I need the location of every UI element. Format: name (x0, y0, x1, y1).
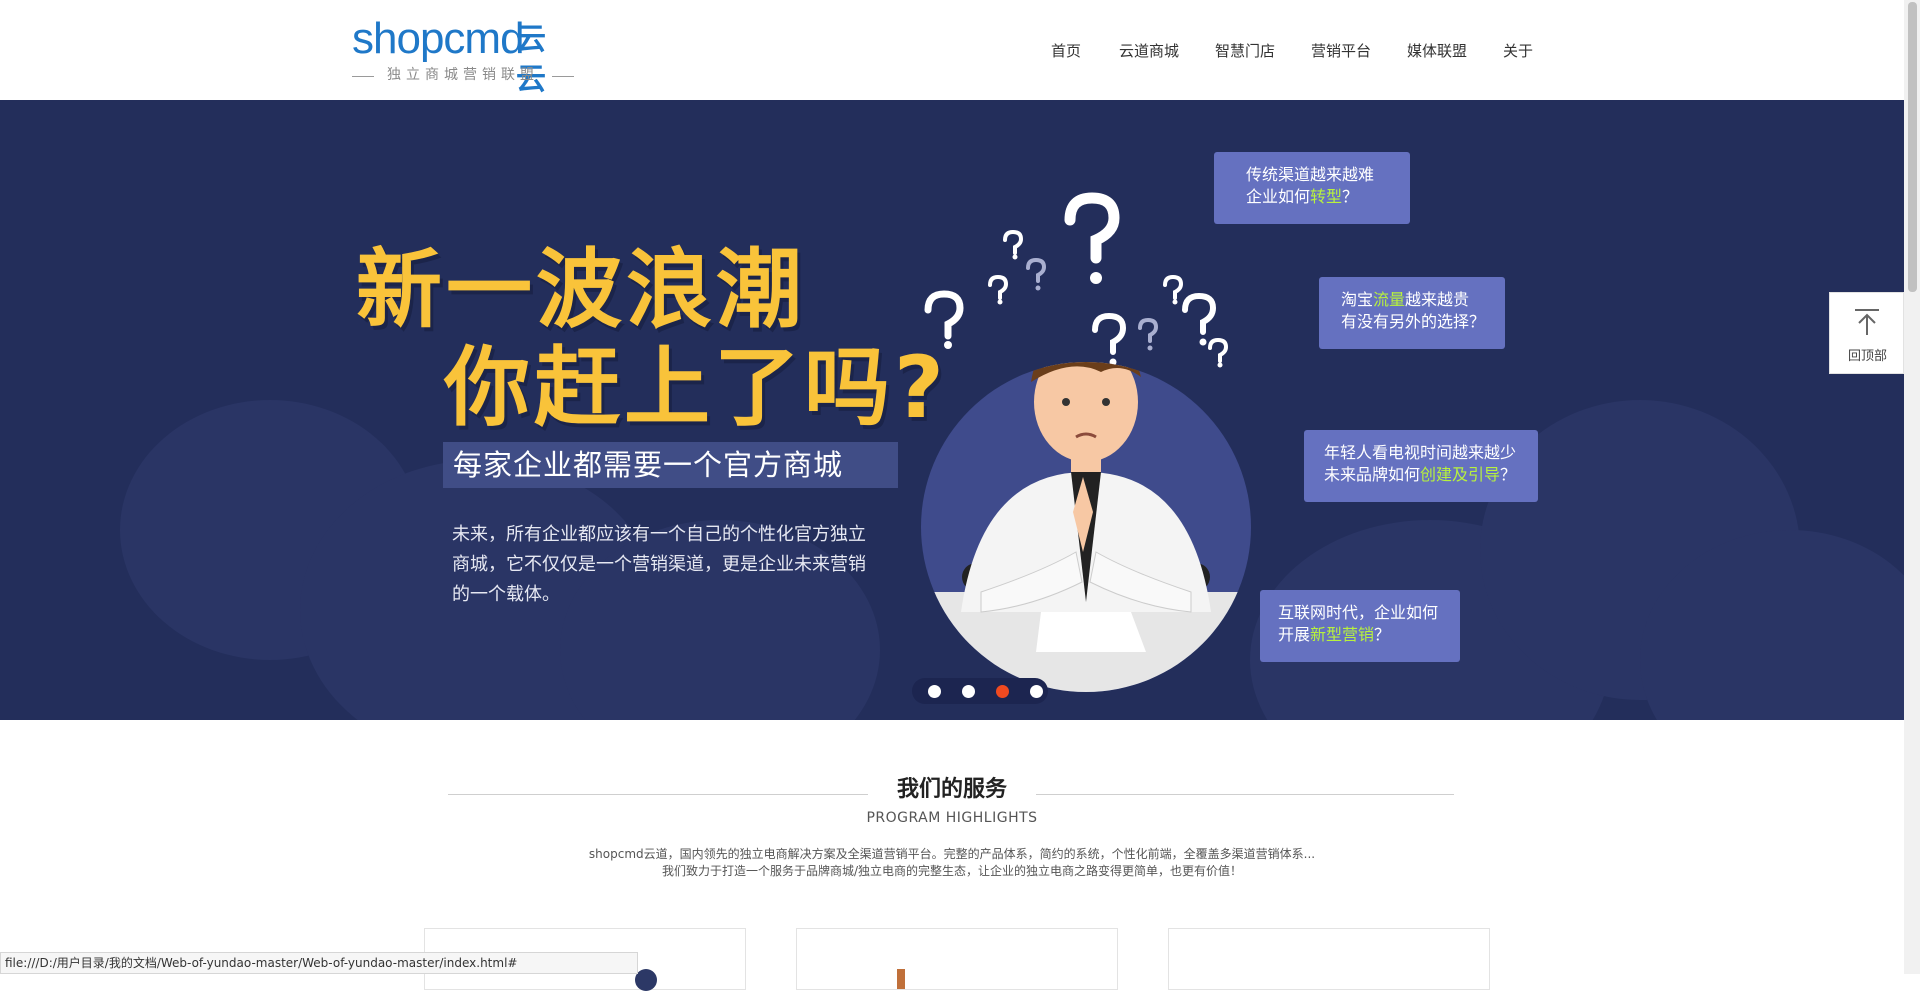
title-divider-left (448, 794, 868, 795)
logo-cn-mark: 云云 (516, 22, 546, 97)
logo-divider-right (552, 76, 574, 77)
hero-banner: 新一波浪潮 你赶上了吗? 每家企业都需要一个官方商城 未来，所有企业都应该有一个… (0, 100, 1904, 720)
service-card-icon (897, 969, 905, 989)
carousel-dot-2[interactable] (962, 685, 975, 698)
nav-media-alliance[interactable]: 媒体联盟 (1407, 38, 1467, 64)
browser-status-bar: file:///D:/用户目录/我的文档/Web-of-yundao-maste… (0, 952, 638, 974)
services-subtitle: PROGRAM HIGHLIGHTS (866, 810, 1038, 826)
hero-subtitle-bar: 每家企业都需要一个官方商城 (443, 442, 898, 488)
question-bubble-traffic: 淘宝流量越来越贵 有没有另外的选择？ (1319, 277, 1505, 349)
carousel-dot-1[interactable] (928, 685, 941, 698)
nav-smart-store[interactable]: 智慧门店 (1215, 38, 1275, 64)
page-scrollbar[interactable] (1904, 0, 1920, 974)
back-to-top-label: 回顶部 (1847, 349, 1887, 364)
services-intro-line-2: 我们致力于打造一个服务于品牌商城/独立电商的完整生态，让企业的独立电商之路变得更… (661, 864, 1243, 878)
services-title: 我们的服务 (896, 777, 1007, 802)
bubble-1-highlight: 转型 (1310, 187, 1343, 206)
title-divider-right (1036, 794, 1454, 795)
nav-home[interactable]: 首页 (1051, 38, 1081, 64)
bubble-3-highlight: 创建及引导 (1420, 465, 1501, 484)
question-bubble-transformation: 传统渠道越来越难 企业如何转型？ (1214, 152, 1410, 224)
arrow-up-icon (1855, 309, 1879, 335)
carousel-pagination (912, 678, 1048, 704)
back-to-top-button[interactable]: 回顶部 (1829, 292, 1904, 374)
nav-marketing-platform[interactable]: 营销平台 (1311, 38, 1371, 64)
service-card-2[interactable] (796, 928, 1118, 990)
question-bubble-brand: 年轻人看电视时间越来越少 未来品牌如何创建及引导？ (1304, 430, 1538, 502)
bubble-1-line-1: 传统渠道越来越难 (1246, 165, 1375, 184)
site-logo[interactable]: shopcmd 云云 独立商城营销联盟 (352, 14, 574, 97)
nav-yundao-mall[interactable]: 云道商城 (1119, 38, 1179, 64)
logo-tagline: 独立商城营销联盟 (387, 67, 539, 83)
bubble-4-highlight: 新型营销 (1310, 625, 1375, 644)
services-intro-line-1: shopcmd云道，国内领先的独立电商解决方案及全渠道营销平台。完整的产品体系，… (588, 847, 1316, 861)
question-bubble-marketing: 互联网时代，企业如何 开展新型营销？ (1260, 590, 1460, 662)
hero-subtitle: 每家企业都需要一个官方商城 (453, 448, 844, 482)
hero-headline-1: 新一波浪潮 (356, 240, 806, 340)
bubble-4-line-2: 开展新型营销？ (1278, 625, 1391, 644)
service-card-3[interactable] (1168, 928, 1490, 990)
bubble-2-highlight: 流量 (1373, 290, 1406, 309)
carousel-dot-3-active[interactable] (996, 685, 1009, 698)
services-intro: shopcmd云道，国内领先的独立电商解决方案及全渠道营销平台。完整的产品体系，… (480, 846, 1424, 880)
service-card-icon (635, 969, 657, 991)
nav-about[interactable]: 关于 (1503, 38, 1533, 64)
bubble-3-line-1: 年轻人看电视时间越来越少 (1324, 443, 1517, 462)
bubble-2-line-2: 有没有另外的选择？ (1341, 312, 1486, 331)
carousel-dot-4[interactable] (1030, 685, 1043, 698)
hero-description: 未来，所有企业都应该有一个自己的个性化官方独立商城，它不仅仅是一个营销渠道，更是… (452, 524, 866, 605)
bubble-3-line-2: 未来品牌如何创建及引导？ (1324, 465, 1517, 484)
scrollbar-thumb[interactable] (1908, 2, 1917, 292)
bubble-4-line-1: 互联网时代，企业如何 (1278, 603, 1439, 622)
worried-businessman-illustration (921, 362, 1251, 692)
bubble-1-line-2: 企业如何转型？ (1246, 187, 1359, 206)
logo-wordmark: shopcmd (352, 14, 525, 63)
site-header: shopcmd 云云 独立商城营销联盟 首页 云道商城 智慧门店 营销平台 媒体… (0, 0, 1904, 100)
hero-headline-2: 你赶上了吗? (444, 338, 948, 438)
bubble-2-line-1: 淘宝流量越来越贵 (1341, 290, 1470, 309)
